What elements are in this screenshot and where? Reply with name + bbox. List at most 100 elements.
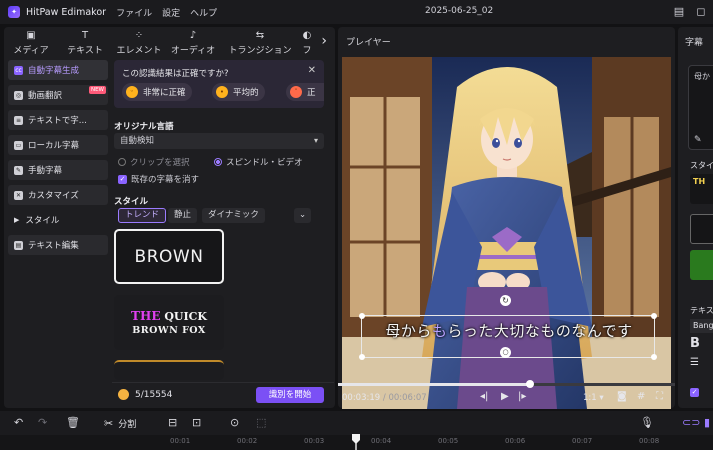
style-card-line1: THE QUICK — [114, 309, 224, 323]
align-icon[interactable]: ☰ — [690, 357, 699, 368]
menu-file[interactable]: ファイル — [116, 6, 152, 19]
close-icon[interactable]: ✕ — [308, 65, 316, 76]
move-handle-icon[interactable]: ○ — [500, 347, 511, 358]
style-card-quick: QUICK — [164, 310, 207, 323]
sidebar-item-video-translate[interactable]: ◎ 動画翻訳 NEW — [8, 85, 108, 105]
chevron-right-icon[interactable]: › — [321, 33, 327, 49]
crop-icon[interactable]: ⬚ — [256, 416, 266, 429]
language-select[interactable]: 自動検知 ▾ — [114, 133, 324, 149]
play-icon[interactable]: ▶ — [501, 391, 509, 402]
tab-media[interactable]: ▣ メディア — [4, 27, 58, 57]
chevron-down-icon[interactable]: ⌄ — [294, 208, 312, 223]
text-subtitle-icon: ≡ — [14, 115, 23, 125]
sidebar-item-customize[interactable]: ✕ カスタマイズ — [8, 185, 108, 205]
tab-filter[interactable]: ◐ フ — [300, 27, 314, 57]
subtitle-text[interactable]: 母からもらった大切なものなんです — [362, 320, 656, 341]
feedback-inaccurate-button[interactable]: ˘ 正 — [286, 83, 324, 101]
split-label: 分割 — [118, 420, 137, 430]
radio-button — [118, 158, 126, 166]
marker-icon[interactable]: ⊟ — [168, 416, 177, 429]
ruler-tick: 00:02 — [237, 437, 258, 445]
apply-all-checkbox[interactable]: ✓ — [690, 387, 703, 397]
resize-handle[interactable] — [651, 313, 657, 319]
chip-trend[interactable]: トレンド — [118, 208, 167, 223]
video-preview[interactable]: 母からもらった大切なものなんです ↻ ○ — [342, 57, 671, 409]
snap-icon[interactable]: ▮ — [704, 416, 710, 429]
tab-label: メディア — [13, 46, 49, 56]
chip-static[interactable]: 静止 — [168, 208, 198, 223]
sidebar-item-text-to-subtitle[interactable]: ≡ テキストで字... — [8, 110, 108, 130]
text-edit-icon: ▤ — [14, 240, 23, 250]
feedback-very-accurate-button[interactable]: ᵕ 非常に正確 — [122, 83, 192, 101]
redo-icon[interactable]: ↷ — [38, 416, 47, 429]
style-preset-thumb[interactable] — [690, 250, 713, 280]
fullscreen-icon[interactable]: ⛶ — [656, 391, 663, 402]
checkbox-replace-subtitles[interactable]: ✓ 既存の字幕を消す — [118, 173, 199, 185]
tab-label: フ — [302, 46, 312, 56]
radio-label: クリップを選択 — [130, 158, 190, 168]
radio-spindle-video[interactable]: スピンドル・ビデオ — [214, 156, 303, 168]
sidebar-item-label: テキストで字... — [28, 116, 87, 126]
font-select[interactable]: Bang — [690, 319, 713, 333]
text-box-icon[interactable]: ⊡ — [192, 416, 201, 429]
sidebar-item-style[interactable]: ▶ スタイル — [8, 210, 108, 230]
style-preset-thumb[interactable] — [690, 214, 713, 244]
audio-icon: ♪ — [189, 30, 197, 41]
undo-icon[interactable]: ↶ — [14, 416, 23, 429]
sidebar-item-manual-subtitle[interactable]: ✎ 手動字幕 — [8, 160, 108, 180]
subtitle-text-box[interactable]: 母か ✎ — [688, 65, 713, 150]
sidebar-item-auto-subtitle[interactable]: cc 自動字幕生成 — [8, 60, 108, 80]
chevron-down-icon: ▾ — [313, 136, 318, 145]
subtitle-highlight: も — [431, 322, 448, 340]
radio-select-clip[interactable]: クリップを選択 — [118, 156, 190, 168]
font-select-value: Bang — [693, 321, 713, 330]
start-recognition-button[interactable]: 識別を開始 — [256, 387, 324, 403]
rotate-handle-icon[interactable]: ↻ — [500, 295, 511, 306]
tab-transition[interactable]: ⇆ トランジション — [220, 27, 300, 57]
left-panel: ▣ メディア T テキスト ⁘ エレメント ♪ オーディオ ⇆ トランジション ◐ フ › … — [4, 27, 335, 408]
step-forward-icon[interactable]: |▸ — [518, 391, 526, 402]
aspect-ratio-select[interactable]: 1:1 ▾ — [583, 393, 604, 403]
feedback-average-button[interactable]: • 平均的 — [212, 83, 265, 101]
local-file-icon: ▭ — [14, 140, 23, 150]
delete-icon[interactable]: 🗑 — [66, 416, 80, 429]
camera-icon[interactable]: ◙ — [617, 391, 627, 402]
feedback-icon[interactable]: ◻ — [694, 5, 708, 19]
cc-icon: cc — [14, 65, 23, 75]
style-preset-thumb[interactable]: TH — [690, 174, 713, 204]
style-card-partial[interactable] — [114, 360, 224, 380]
ai-tool-icon[interactable]: ⊙ — [230, 416, 239, 429]
tab-text[interactable]: T テキスト — [58, 27, 112, 57]
resize-handle[interactable] — [359, 354, 365, 360]
triangle-right-icon: ▶ — [14, 216, 20, 224]
sidebar-item-label: 手動字幕 — [28, 166, 63, 176]
edit-icon[interactable]: ✎ — [694, 135, 702, 145]
resize-handle[interactable] — [359, 313, 365, 319]
timeline-toolbar: ↶ ↷ 🗑 ✂ 分割 ⊟ ⊡ ⊙ ⬚ 🎙 ⊂⊃ ▮ — [0, 411, 713, 435]
grid-icon[interactable]: # — [637, 391, 645, 402]
style-card-brown[interactable]: BROWN — [114, 229, 224, 284]
split-button[interactable]: ✂ 分割 — [104, 417, 136, 430]
sidebar-item-label: ローカル字幕 — [28, 141, 80, 151]
tab-bar: ▣ メディア T テキスト ⁘ エレメント ♪ オーディオ ⇆ トランジション ◐ フ › — [4, 27, 335, 57]
resize-handle[interactable] — [651, 354, 657, 360]
sidebar-item-local-subtitle[interactable]: ▭ ローカル字幕 — [8, 135, 108, 155]
tab-element[interactable]: ⁘ エレメント — [112, 27, 166, 57]
layout-icon[interactable]: ▤ — [672, 5, 686, 19]
feedback-card: この認識結果は正確ですか? ✕ ᵕ 非常に正確 • 平均的 ˘ 正 — [114, 60, 324, 108]
chip-dynamic[interactable]: ダイナミック — [202, 208, 265, 223]
original-language-label: オリジナル言語 — [114, 122, 174, 132]
playhead-icon[interactable] — [352, 434, 360, 450]
ruler-tick: 00:08 — [639, 437, 660, 445]
menu-settings[interactable]: 設定 — [162, 6, 180, 19]
bold-button[interactable]: B — [690, 336, 713, 352]
style-card-quick-brown-fox[interactable]: THE QUICK BROWN FOX — [114, 295, 224, 350]
link-icon[interactable]: ⊂⊃ — [682, 416, 700, 429]
microphone-icon[interactable]: 🎙 — [640, 416, 654, 429]
progress-track[interactable] — [338, 380, 675, 388]
ruler-tick: 00:01 — [170, 437, 191, 445]
step-back-icon[interactable]: ◂| — [480, 391, 488, 402]
menu-help[interactable]: ヘルプ — [190, 6, 217, 19]
tab-audio[interactable]: ♪ オーディオ — [166, 27, 220, 57]
sidebar-item-text-edit[interactable]: ▤ テキスト編集 — [8, 235, 108, 255]
